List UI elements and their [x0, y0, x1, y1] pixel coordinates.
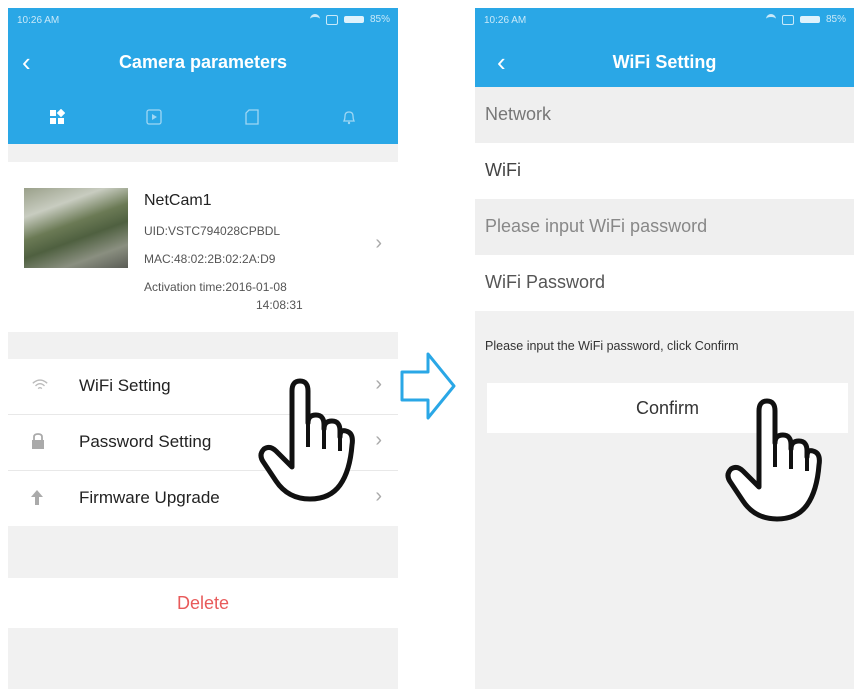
- menu-label: Password Setting: [79, 432, 212, 451]
- camera-parameters-screen: 10:26 AM 85% ‹ Camera parameters NetCam1…: [8, 8, 398, 689]
- network-section-label: Network: [475, 87, 854, 143]
- battery-icon: [343, 16, 364, 23]
- page-title: WiFi Setting: [612, 52, 717, 72]
- sim-icon: [781, 14, 794, 25]
- instruction-text: Please input the WiFi password, click Co…: [485, 339, 739, 353]
- menu-label: WiFi Setting: [79, 376, 171, 395]
- wifi-icon: [32, 379, 48, 390]
- chevron-right-icon: ›: [375, 429, 382, 451]
- menu-label: Firmware Upgrade: [79, 488, 220, 507]
- pointing-hand-icon: [725, 398, 822, 522]
- lock-icon: [32, 433, 44, 449]
- status-bar: 10:26 AM 85%: [8, 8, 398, 36]
- wifi-signal-icon: [765, 14, 776, 25]
- camera-snapshot: [24, 188, 128, 268]
- sim-icon: [325, 14, 338, 25]
- bell-icon: [343, 111, 356, 125]
- tab-video[interactable]: [106, 100, 204, 134]
- status-time: 10:26 AM: [17, 15, 60, 26]
- wifi-password-input[interactable]: WiFi Password: [475, 255, 854, 311]
- device-activation-time: 14:08:31: [256, 298, 303, 312]
- video-icon: [146, 109, 162, 125]
- tab-parameters[interactable]: [8, 100, 106, 134]
- password-placeholder-row: Please input WiFi password: [475, 199, 854, 255]
- header-bar: 10:26 AM 85% ‹ Camera parameters: [8, 8, 398, 144]
- device-mac: MAC:48:02:2B:02:2A:D9: [144, 252, 276, 266]
- status-bar: 10:26 AM 85%: [475, 8, 854, 36]
- chevron-right-icon: ›: [375, 232, 382, 254]
- tab-sdcard[interactable]: [203, 100, 301, 134]
- chevron-right-icon: ›: [375, 485, 382, 507]
- delete-label: Delete: [176, 593, 230, 613]
- next-step-arrow-icon: [400, 352, 456, 420]
- device-card[interactable]: NetCam1 UID:VSTC794028CPBDL MAC:48:02:2B…: [8, 162, 398, 332]
- battery-percent: 85%: [825, 14, 846, 25]
- page-title: Camera parameters: [118, 52, 288, 72]
- chevron-right-icon: ›: [375, 373, 382, 395]
- wifi-signal-icon: [309, 14, 320, 25]
- battery-icon: [799, 16, 820, 23]
- status-time: 10:26 AM: [484, 15, 527, 26]
- device-activation: Activation time:2016-01-08: [144, 280, 287, 294]
- device-uid: UID:VSTC794028CPBDL: [144, 224, 281, 238]
- apps-icon: [49, 109, 65, 124]
- device-name: NetCam1: [144, 192, 212, 209]
- header-bar: 10:26 AM 85% ‹ WiFi Setting: [475, 8, 854, 90]
- tab-alarm[interactable]: [301, 100, 399, 134]
- pointing-hand-icon: [258, 378, 355, 502]
- upload-arrow-icon: [31, 490, 43, 505]
- tab-bar: [8, 100, 398, 134]
- wifi-setting-screen: 10:26 AM 85% ‹ WiFi Setting Network WiFi…: [475, 8, 854, 689]
- delete-button[interactable]: Delete: [8, 578, 398, 628]
- battery-percent: 85%: [369, 14, 390, 25]
- sdcard-icon: [245, 109, 259, 125]
- wifi-ssid-field[interactable]: WiFi: [475, 143, 854, 199]
